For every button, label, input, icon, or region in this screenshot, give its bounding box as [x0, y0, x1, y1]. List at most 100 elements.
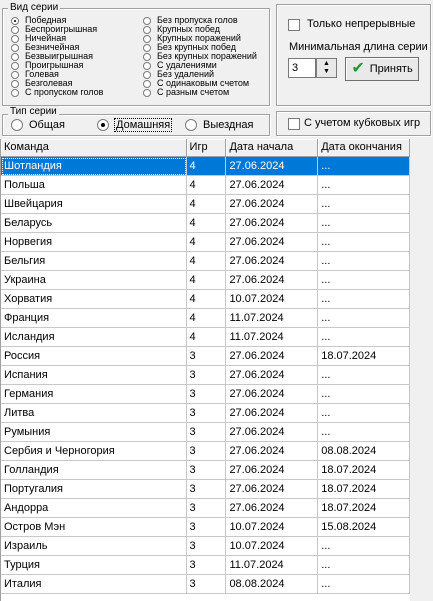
- table-row[interactable]: Литва 3 27.06.2024...: [1, 404, 410, 423]
- table-row[interactable]: Италия 3 08.08.2024...: [1, 575, 410, 594]
- radio-button[interactable]: [11, 43, 19, 52]
- team-cell[interactable]: Хорватия: [1, 290, 187, 309]
- team-cell[interactable]: Исландия: [1, 328, 187, 347]
- radio-button[interactable]: [143, 70, 151, 79]
- start-date-cell[interactable]: 27.06.2024: [226, 214, 319, 233]
- end-date-cell[interactable]: ...: [318, 176, 410, 195]
- table-row[interactable]: Швейцария 4 27.06.2024...: [1, 195, 410, 214]
- games-cell[interactable]: 4: [186, 214, 227, 233]
- start-date-cell[interactable]: 27.06.2024: [226, 423, 319, 442]
- radio-button[interactable]: [143, 16, 151, 25]
- games-cell[interactable]: 4: [186, 290, 227, 309]
- continuous-checkbox[interactable]: [288, 19, 300, 31]
- table-row[interactable]: Украина 4 27.06.2024...: [1, 271, 410, 290]
- table-row[interactable]: Бельгия 4 27.06.2024...: [1, 252, 410, 271]
- games-cell[interactable]: 3: [186, 423, 227, 442]
- team-cell[interactable]: Россия: [1, 347, 187, 366]
- table-row[interactable]: Португалия 3 27.06.2024 18.07.2024: [1, 480, 410, 499]
- radio-button[interactable]: [11, 79, 19, 88]
- team-cell[interactable]: Франция: [1, 309, 187, 328]
- start-date-cell[interactable]: 27.06.2024: [226, 157, 319, 176]
- radio-button[interactable]: [143, 25, 151, 34]
- start-date-cell[interactable]: 27.06.2024: [226, 347, 319, 366]
- table-row[interactable]: Шотландия 4 27.06.2024...: [1, 157, 410, 176]
- team-cell[interactable]: Турция: [1, 556, 187, 575]
- games-cell[interactable]: 4: [186, 271, 227, 290]
- radio-button[interactable]: [11, 25, 19, 34]
- team-cell[interactable]: Литва: [1, 404, 187, 423]
- team-cell[interactable]: Шотландия: [1, 157, 187, 176]
- end-date-cell[interactable]: ...: [318, 233, 410, 252]
- team-cell[interactable]: Голландия: [1, 461, 187, 480]
- start-date-cell[interactable]: 27.06.2024: [226, 195, 319, 214]
- games-cell[interactable]: 4: [186, 195, 227, 214]
- end-date-cell[interactable]: 15.08.2024: [318, 518, 410, 537]
- table-row[interactable]: Турция 3 11.07.2024...: [1, 556, 410, 575]
- start-date-cell[interactable]: 27.06.2024: [226, 176, 319, 195]
- header-games[interactable]: Игр: [186, 139, 227, 157]
- team-cell[interactable]: Израиль: [1, 537, 187, 556]
- end-date-cell[interactable]: ...: [318, 385, 410, 404]
- table-row[interactable]: Сербия и Черногория 3 27.06.2024 08.08.2024: [1, 442, 410, 461]
- games-cell[interactable]: 3: [186, 347, 227, 366]
- type-general-radio[interactable]: Общая: [11, 119, 65, 131]
- team-cell[interactable]: Андорра: [1, 499, 187, 518]
- end-date-cell[interactable]: 18.07.2024: [318, 480, 410, 499]
- games-cell[interactable]: 4: [186, 176, 227, 195]
- games-cell[interactable]: 3: [186, 480, 227, 499]
- games-cell[interactable]: 3: [186, 366, 227, 385]
- end-date-cell[interactable]: ...: [318, 309, 410, 328]
- table-row[interactable]: Беларусь 4 27.06.2024...: [1, 214, 410, 233]
- radio-button[interactable]: [11, 34, 19, 43]
- type-away-radio[interactable]: Выездная: [185, 119, 254, 131]
- radio-button[interactable]: [97, 119, 109, 131]
- table-row[interactable]: Остров Мэн 3 10.07.2024 15.08.2024: [1, 518, 410, 537]
- cup-checkbox[interactable]: [288, 118, 300, 130]
- table-row[interactable]: Исландия 4 11.07.2024...: [1, 328, 410, 347]
- start-date-cell[interactable]: 27.06.2024: [226, 233, 319, 252]
- radio-button[interactable]: [11, 61, 19, 70]
- table-row[interactable]: Хорватия 4 10.07.2024...: [1, 290, 410, 309]
- games-cell[interactable]: 4: [186, 252, 227, 271]
- radio-button[interactable]: [143, 61, 151, 70]
- min-length-input[interactable]: 3: [288, 58, 316, 78]
- games-cell[interactable]: 3: [186, 575, 227, 594]
- series-kind-right-option[interactable]: С разным счетом: [143, 88, 257, 97]
- min-length-spinner[interactable]: ▲ ▼: [316, 58, 337, 78]
- end-date-cell[interactable]: ...: [318, 537, 410, 556]
- games-cell[interactable]: 3: [186, 404, 227, 423]
- team-cell[interactable]: Португалия: [1, 480, 187, 499]
- table-row[interactable]: Россия 3 27.06.2024 18.07.2024: [1, 347, 410, 366]
- end-date-cell[interactable]: ...: [318, 252, 410, 271]
- radio-button[interactable]: [185, 119, 197, 131]
- start-date-cell[interactable]: 27.06.2024: [226, 461, 319, 480]
- start-date-cell[interactable]: 27.06.2024: [226, 271, 319, 290]
- start-date-cell[interactable]: 27.06.2024: [226, 385, 319, 404]
- radio-button[interactable]: [11, 70, 19, 79]
- start-date-cell[interactable]: 27.06.2024: [226, 499, 319, 518]
- start-date-cell[interactable]: 27.06.2024: [226, 252, 319, 271]
- team-cell[interactable]: Германия: [1, 385, 187, 404]
- games-cell[interactable]: 3: [186, 499, 227, 518]
- accept-button[interactable]: ✔ Принять: [345, 57, 419, 81]
- team-cell[interactable]: Беларусь: [1, 214, 187, 233]
- team-cell[interactable]: Сербия и Черногория: [1, 442, 187, 461]
- series-kind-left-option[interactable]: С пропуском голов: [11, 88, 103, 97]
- team-cell[interactable]: Италия: [1, 575, 187, 594]
- start-date-cell[interactable]: 27.06.2024: [226, 404, 319, 423]
- end-date-cell[interactable]: 18.07.2024: [318, 461, 410, 480]
- team-cell[interactable]: Норвегия: [1, 233, 187, 252]
- team-cell[interactable]: Испания: [1, 366, 187, 385]
- end-date-cell[interactable]: ...: [318, 328, 410, 347]
- table-row[interactable]: Андорра 3 27.06.2024 18.07.2024: [1, 499, 410, 518]
- table-row[interactable]: Голландия 3 27.06.2024 18.07.2024: [1, 461, 410, 480]
- end-date-cell[interactable]: ...: [318, 271, 410, 290]
- table-row[interactable]: Польша 4 27.06.2024...: [1, 176, 410, 195]
- team-cell[interactable]: Бельгия: [1, 252, 187, 271]
- spin-down-icon[interactable]: ▼: [323, 68, 330, 76]
- team-cell[interactable]: Румыния: [1, 423, 187, 442]
- team-cell[interactable]: Украина: [1, 271, 187, 290]
- header-team[interactable]: Команда: [1, 139, 187, 157]
- end-date-cell[interactable]: ...: [318, 556, 410, 575]
- header-start-date[interactable]: Дата начала: [226, 139, 319, 157]
